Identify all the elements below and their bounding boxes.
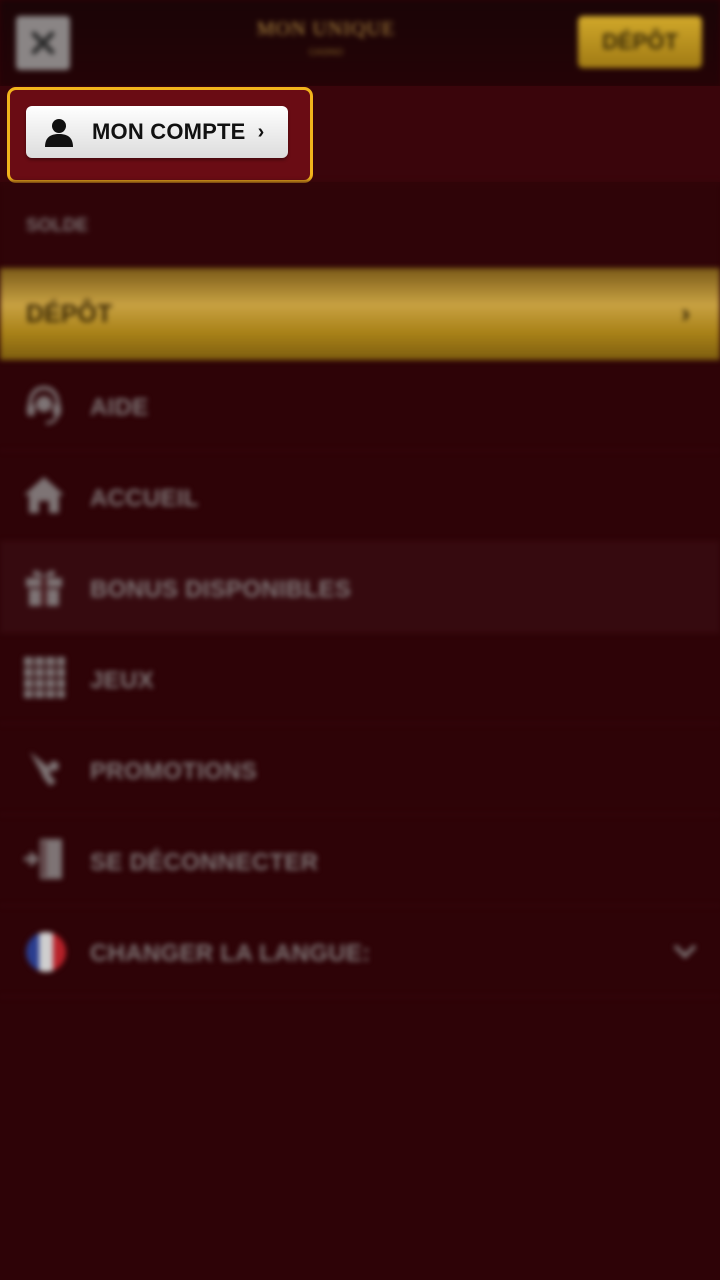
deposit-banner-label: DÉPÔT — [26, 300, 113, 328]
menu-item-aide[interactable]: AIDE — [0, 360, 720, 451]
menu-item-label: AIDE — [90, 394, 149, 421]
close-button[interactable] — [16, 16, 70, 70]
my-account-button[interactable]: MON COMPTE › — [26, 106, 288, 158]
chevron-down-icon — [673, 944, 697, 959]
logout-icon — [24, 839, 62, 879]
chevron-right-icon: › — [681, 298, 690, 328]
deposit-banner[interactable]: DÉPÔT › — [0, 268, 720, 360]
headset-icon — [27, 385, 61, 425]
user-icon — [45, 119, 73, 147]
my-account-label: MON COMPTE — [92, 119, 246, 144]
grid-icon — [24, 657, 65, 698]
balance-row: SOLDE — [0, 182, 720, 269]
top-bar: MON UNIQUE CASINO DÉPÔT — [0, 0, 720, 86]
menu-item-label: ACCUEIL — [90, 485, 199, 512]
menu-item-bonus[interactable]: BONUS DISPONIBLES — [0, 542, 720, 633]
casino-logo: MON UNIQUE CASINO — [240, 18, 412, 66]
menu-item-jeux[interactable]: JEUX — [0, 633, 720, 724]
header-deposit-button[interactable]: DÉPÔT — [578, 16, 702, 68]
menu-item-label: SE DÉCONNECTER — [90, 849, 319, 876]
home-icon — [24, 477, 64, 513]
close-icon — [31, 31, 55, 55]
menu-item-label: JEUX — [90, 667, 154, 694]
menu-item-logout[interactable]: SE DÉCONNECTER — [0, 815, 720, 906]
chevron-right-icon: › — [257, 120, 265, 143]
megaphone-icon — [30, 752, 59, 786]
logo-subtext: CASINO — [308, 47, 344, 57]
header-deposit-label: DÉPÔT — [602, 29, 678, 54]
menu-item-label: BONUS DISPONIBLES — [90, 576, 352, 603]
menu-item-language[interactable]: CHANGER LA LANGUE: — [0, 906, 720, 997]
menu-item-label: CHANGER LA LANGUE: — [90, 940, 371, 967]
menu-item-label: PROMOTIONS — [90, 758, 258, 785]
menu-item-accueil[interactable]: ACCUEIL — [0, 451, 720, 542]
menu-item-promotions[interactable]: PROMOTIONS — [0, 724, 720, 815]
balance-label: SOLDE — [26, 215, 89, 235]
logo-text: MON UNIQUE — [256, 18, 396, 40]
gift-icon — [26, 570, 62, 606]
france-flag-icon — [26, 932, 66, 972]
side-menu: AIDE ACCUEIL BONUS DISPONIBLES JEUX PROM… — [0, 360, 720, 997]
